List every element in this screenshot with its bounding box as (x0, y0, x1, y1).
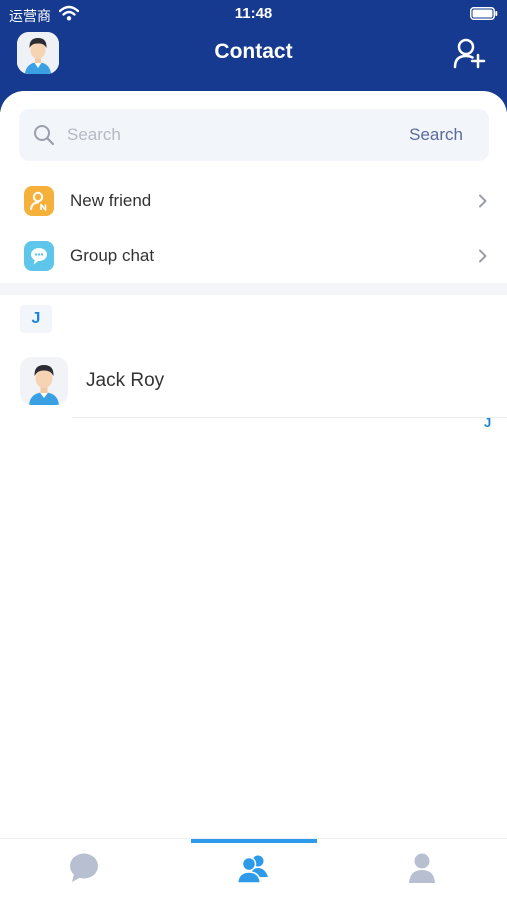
chevron-right-icon (479, 249, 487, 263)
search-bar[interactable]: Search Search (19, 109, 489, 161)
menu-item-new-friend[interactable]: New friend (0, 174, 507, 228)
page-title: Contact (214, 40, 293, 63)
contact-list-panel: Search Search New friend Group chat J Ja… (0, 91, 507, 838)
row-divider (72, 417, 507, 418)
tab-contacts[interactable] (169, 839, 338, 901)
tab-messages[interactable] (0, 839, 169, 901)
search-input[interactable]: Search (67, 125, 121, 145)
menu-item-group-chat[interactable]: Group chat (0, 229, 507, 283)
new-friend-icon (24, 186, 54, 216)
alphabet-index-j[interactable]: J (484, 415, 491, 430)
status-time: 11:48 (234, 5, 273, 22)
new-friend-label: New friend (70, 191, 152, 210)
chat-icon (70, 853, 98, 882)
search-button[interactable]: Search (409, 125, 463, 145)
avatar-icon (20, 357, 68, 405)
add-contact-icon[interactable] (452, 36, 486, 70)
search-icon (34, 125, 55, 146)
group-chat-icon (24, 241, 54, 271)
contacts-icon (236, 855, 268, 884)
contact-name: Jack Roy (86, 370, 165, 391)
section-header-letter: J (20, 305, 52, 333)
contact-row[interactable]: Jack Roy (0, 353, 507, 417)
contact-avatar (20, 357, 68, 405)
group-chat-label: Group chat (70, 246, 155, 265)
battery-icon (470, 7, 498, 20)
section-divider (0, 283, 507, 295)
profile-icon (409, 853, 435, 883)
status-bar: 运营商 11:48 (0, 0, 507, 28)
chevron-right-icon (479, 194, 487, 208)
tab-bar (0, 838, 507, 901)
tab-profile[interactable] (338, 839, 507, 901)
